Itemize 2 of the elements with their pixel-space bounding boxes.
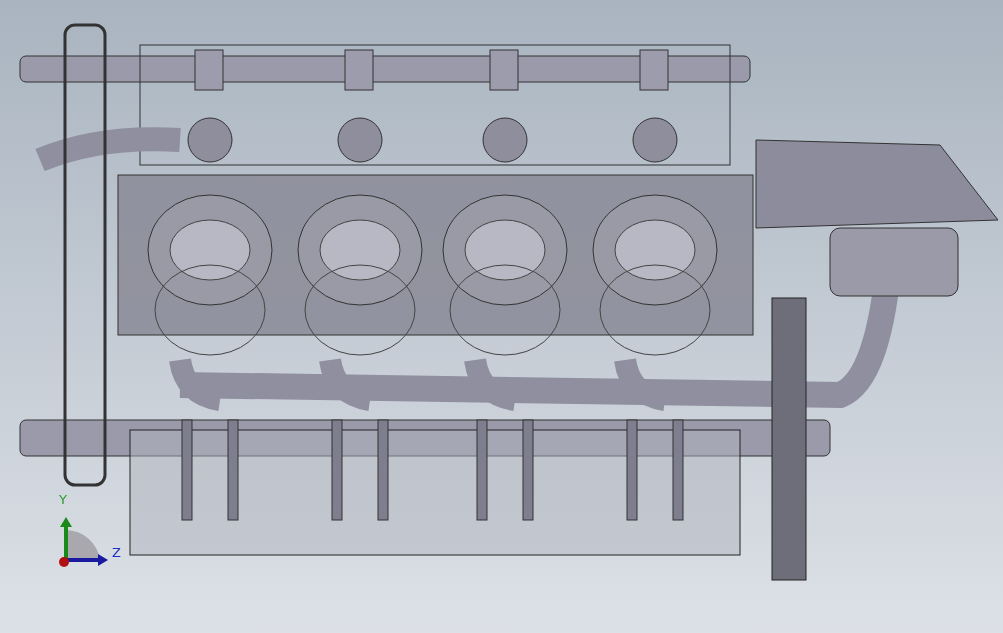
y-axis-label: Y [59,492,67,507]
z-axis-label: Z [112,545,121,560]
